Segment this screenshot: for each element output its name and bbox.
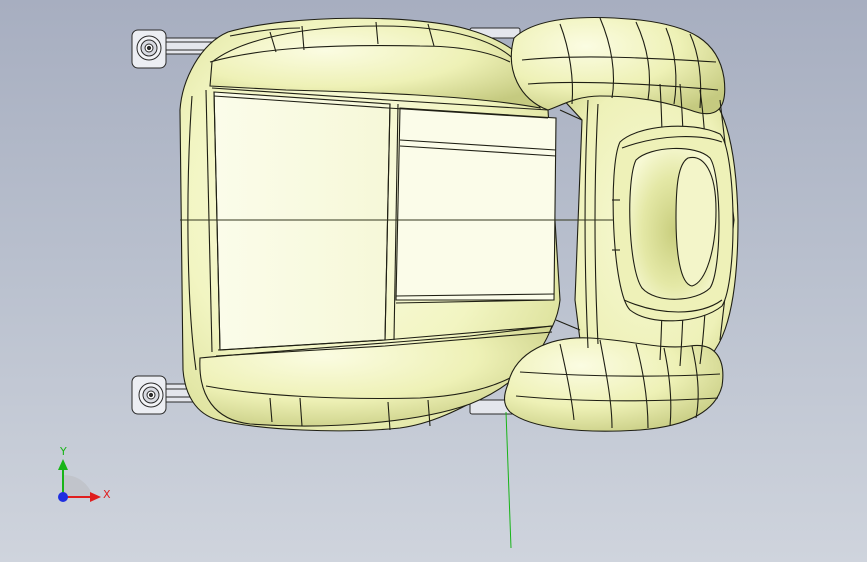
y-axis-arrow-head: [58, 459, 68, 470]
rail-bolt-bottom: [131, 375, 167, 415]
x-axis-label: X: [103, 488, 111, 501]
reference-triad: Y X: [58, 445, 111, 502]
rail-bolt-top: [131, 29, 167, 69]
graphics-viewport[interactable]: Y X: [0, 0, 867, 562]
headrest[interactable]: [612, 125, 734, 322]
z-axis-dot: [58, 492, 68, 502]
seat-model-view[interactable]: Y X: [0, 0, 867, 562]
y-axis-label: Y: [59, 445, 67, 458]
seat-cushion[interactable]: [179, 17, 561, 432]
x-axis-arrow-head: [90, 492, 101, 502]
